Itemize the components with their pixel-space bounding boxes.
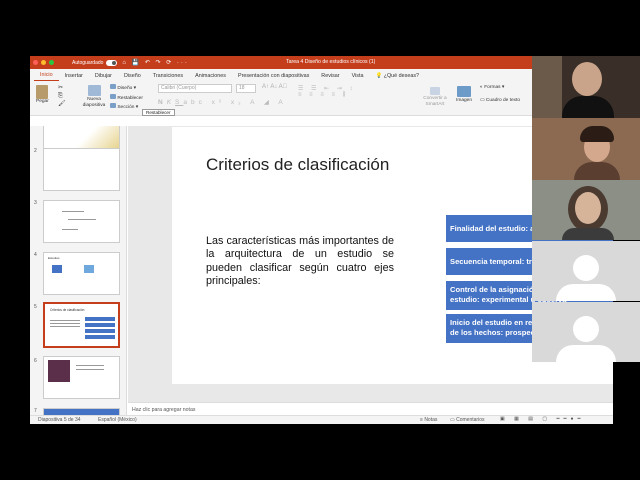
font-size-select[interactable]: 18 bbox=[236, 84, 256, 93]
slide-thumbnail-6[interactable] bbox=[43, 356, 120, 399]
paste-button[interactable]: Pegar bbox=[36, 85, 49, 104]
tab-insertar[interactable]: Insertar bbox=[59, 73, 89, 81]
new-slide-button[interactable]: Nueva diapositiva bbox=[80, 85, 108, 108]
status-bar: Diapositiva 5 de 34 Español (México) ≡ N… bbox=[30, 415, 613, 424]
view-buttons[interactable]: ▣ ▦ ▤ ▢ ━━●━ bbox=[500, 416, 585, 422]
font-family-select[interactable]: Calibri (Cuerpo) bbox=[158, 84, 232, 93]
slide-count: Diapositiva 5 de 34 bbox=[38, 417, 81, 423]
shapes-button[interactable]: ◐ Formas ▾ bbox=[480, 85, 504, 90]
textbox-button[interactable]: ▭ Cuadro de texto bbox=[480, 98, 520, 103]
tab-inicio[interactable]: Inicio bbox=[34, 72, 59, 81]
ribbon: Pegar ✂ ⎘ 🖌 Nueva diapositiva Diseño ▾ Res… bbox=[30, 81, 613, 116]
slide-body-text[interactable]: Las características más importantes de l… bbox=[206, 235, 394, 289]
reset-button[interactable]: Restablecer bbox=[110, 93, 143, 104]
tell-me-search[interactable]: 💡 ¿Qué deseas? bbox=[369, 73, 425, 81]
video-tile-4[interactable] bbox=[532, 241, 640, 301]
lightbulb-icon: 💡 bbox=[375, 73, 383, 79]
convert-smartart-label: Convertir a SmartArt bbox=[423, 96, 447, 107]
comments-label: Comentarios bbox=[456, 417, 485, 423]
section-button[interactable]: Sección ▾ bbox=[110, 103, 143, 113]
slide-thumbnails-panel[interactable]: 2 3 4 Estudios 5 Criterios de clasificac… bbox=[30, 126, 127, 416]
paste-label: Pegar bbox=[36, 99, 49, 104]
slide-number-3: 3 bbox=[34, 200, 37, 206]
slide-thumbnail-5[interactable]: Criterios de clasificación bbox=[43, 302, 120, 348]
new-slide-icon bbox=[87, 85, 101, 96]
slide-thumbnail-5-title: Criterios de clasificación bbox=[50, 308, 85, 312]
comments-toggle[interactable]: ▭ Comentarios bbox=[450, 417, 484, 423]
shapes-icon: ◐ bbox=[480, 85, 483, 90]
notes-label: Notas bbox=[424, 417, 438, 423]
textbox-icon: ▭ bbox=[480, 98, 485, 103]
image-icon bbox=[457, 86, 471, 97]
smartart-icon bbox=[430, 87, 440, 95]
minimize-window-button[interactable] bbox=[41, 60, 46, 65]
video-tile-5[interactable] bbox=[532, 302, 640, 362]
title-bar: Autoguardado ⌂ 💾 ↶ ↷ ⟳ ··· Tarea 4 Diseñ… bbox=[30, 56, 613, 69]
tab-vista[interactable]: Vista bbox=[346, 73, 370, 81]
close-window-button[interactable] bbox=[33, 60, 38, 65]
language-indicator[interactable]: Español (México) bbox=[98, 417, 137, 423]
shapes-label: Formas bbox=[484, 85, 501, 90]
slide-thumbnail-4-title: Estudios bbox=[48, 256, 60, 260]
tab-transiciones[interactable]: Transiciones bbox=[147, 73, 189, 81]
layout-button[interactable]: Diseño ▾ bbox=[110, 84, 143, 94]
image-label: Imagen bbox=[456, 98, 472, 103]
layout-label: Diseño bbox=[117, 86, 133, 91]
textbox-label: Cuadro de texto bbox=[485, 98, 521, 103]
autosave-toggle[interactable] bbox=[106, 59, 118, 66]
comment-icon: ▭ bbox=[450, 417, 455, 423]
section-label: Sección bbox=[117, 105, 135, 110]
autosave-label: Autoguardado bbox=[72, 59, 104, 66]
paragraph-buttons[interactable]: ☰ ☰ ⇤ ⇥ ↕ ≡ ≡ ≡ ≡ ⫼ bbox=[298, 85, 355, 99]
slide-thumbnail-2[interactable] bbox=[43, 148, 120, 191]
reset-icon bbox=[110, 93, 116, 99]
format-buttons[interactable]: NKSabc x² x₂ A ◢ A bbox=[158, 98, 287, 106]
user-avatar-icon bbox=[573, 316, 599, 342]
image-button[interactable]: Imagen bbox=[456, 86, 472, 103]
maximize-window-button[interactable] bbox=[49, 60, 54, 65]
slide-number-5: 5 bbox=[34, 304, 37, 310]
font-size-step-buttons[interactable]: A↑ A↓ A⃠ bbox=[262, 84, 287, 90]
slide-number-2: 2 bbox=[34, 148, 37, 154]
section-icon bbox=[110, 103, 116, 108]
slide-title[interactable]: Criterios de clasificación bbox=[206, 155, 389, 175]
user-avatar-icon bbox=[573, 255, 599, 281]
slide-number-7: 7 bbox=[34, 408, 37, 414]
reset-tooltip: Restablecer bbox=[142, 109, 175, 116]
powerpoint-window: Autoguardado ⌂ 💾 ↶ ↷ ⟳ ··· Tarea 4 Diseñ… bbox=[30, 56, 613, 424]
slide-number-4: 4 bbox=[34, 252, 37, 258]
tab-presentacion[interactable]: Presentación con diapositivas bbox=[232, 73, 315, 81]
tab-revisar[interactable]: Revisar bbox=[315, 73, 345, 81]
tell-me-label: ¿Qué deseas? bbox=[383, 73, 420, 79]
clipboard-tools[interactable]: ✂ ⎘ 🖌 bbox=[58, 84, 66, 108]
new-slide-label: Nueva diapositiva bbox=[82, 97, 106, 108]
quick-access-icons[interactable]: ⌂ 💾 ↶ ↷ ⟳ ··· bbox=[122, 59, 189, 66]
notes-icon: ≡ bbox=[420, 417, 423, 423]
slide-thumbnail-3[interactable] bbox=[43, 200, 120, 243]
slide-thumbnail-4[interactable]: Estudios bbox=[43, 252, 120, 295]
slide-number-6: 6 bbox=[34, 358, 37, 364]
video-tile-1[interactable] bbox=[532, 56, 640, 118]
tab-animaciones[interactable]: Animaciones bbox=[189, 73, 232, 81]
document-title: Tarea 4 Diseño de estudios clínicos (1) bbox=[286, 59, 376, 65]
reset-label: Restablecer bbox=[117, 95, 143, 101]
layout-icon bbox=[110, 84, 116, 89]
notes-toggle[interactable]: ≡ Notas bbox=[420, 417, 437, 423]
tab-dibujar[interactable]: Dibujar bbox=[89, 73, 118, 81]
clipboard-icon bbox=[36, 85, 49, 99]
tab-diseno[interactable]: Diseño bbox=[118, 73, 147, 81]
ribbon-tabs: Inicio Insertar Dibujar Diseño Transicio… bbox=[30, 69, 613, 81]
video-tile-3[interactable] bbox=[532, 180, 640, 240]
video-tile-2[interactable] bbox=[532, 118, 640, 180]
convert-smartart-button[interactable]: Convertir a SmartArt bbox=[420, 87, 450, 107]
notes-pane[interactable]: Haz clic para agregar notas bbox=[128, 402, 613, 416]
